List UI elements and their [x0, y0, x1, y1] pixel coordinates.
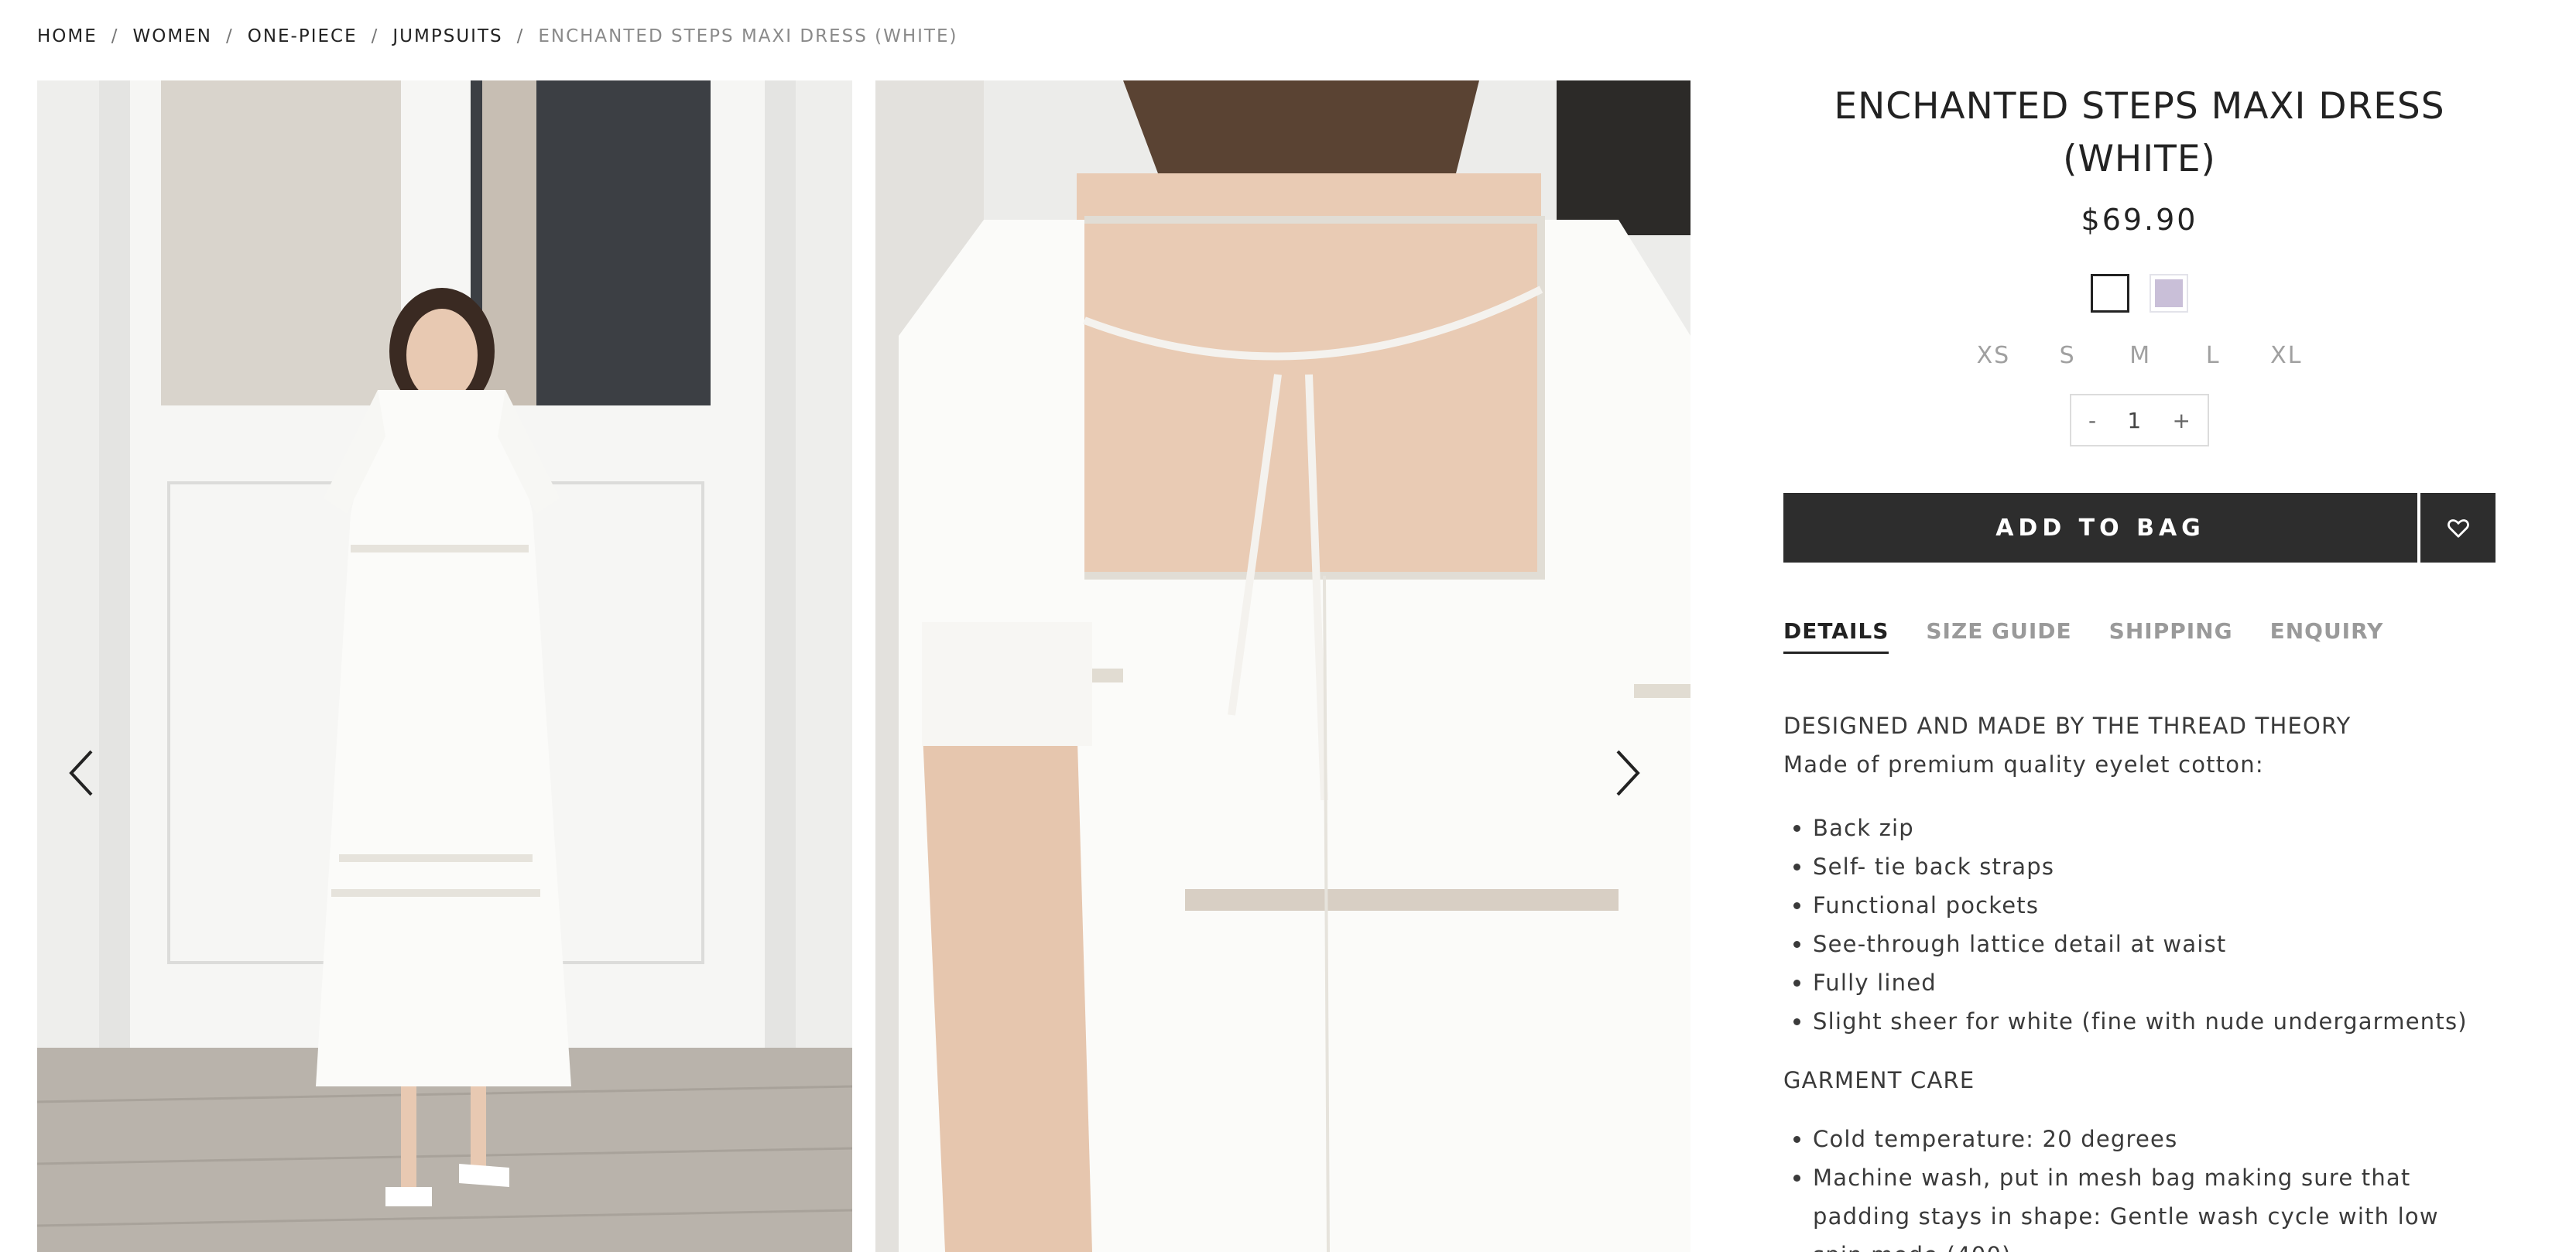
- size-option-l[interactable]: L: [2197, 342, 2228, 369]
- product-gallery: [37, 80, 1690, 1252]
- wishlist-button[interactable]: [2420, 493, 2496, 563]
- tab-shipping[interactable]: SHIPPING: [2109, 618, 2233, 654]
- breadcrumb-current: ENCHANTED STEPS MAXI DRESS (WHITE): [538, 26, 958, 46]
- list-item: See-through lattice detail at waist: [1813, 925, 2496, 963]
- quantity-increment-button[interactable]: +: [2173, 408, 2191, 433]
- list-item: Functional pockets: [1813, 886, 2496, 925]
- size-option-m[interactable]: M: [2125, 342, 2156, 369]
- swatch-chip: [2096, 279, 2124, 307]
- breadcrumb: HOME / WOMEN / ONE-PIECE / JUMPSUITS / E…: [37, 26, 957, 46]
- add-to-bag-button[interactable]: ADD TO BAG: [1783, 493, 2417, 563]
- chevron-right-icon: [1616, 750, 1640, 796]
- color-swatch-lilac[interactable]: [2150, 274, 2188, 313]
- color-swatch-white[interactable]: [2091, 274, 2129, 313]
- list-item: Back zip: [1813, 809, 2496, 847]
- size-option-xl[interactable]: XL: [2270, 342, 2302, 369]
- list-item: Machine wash, put in mesh bag making sur…: [1813, 1158, 2496, 1252]
- gallery-next-button[interactable]: [1604, 742, 1650, 804]
- product-price: $69.90: [2081, 203, 2198, 237]
- swatch-chip: [2155, 279, 2183, 307]
- breadcrumb-women[interactable]: WOMEN: [133, 26, 212, 46]
- list-item: Fully lined: [1813, 963, 2496, 1002]
- breadcrumb-one-piece[interactable]: ONE-PIECE: [248, 26, 358, 46]
- tab-enquiry[interactable]: ENQUIRY: [2270, 618, 2384, 654]
- details-panel: DESIGNED AND MADE BY THE THREAD THEORY M…: [1783, 706, 2496, 1252]
- quantity-decrement-button[interactable]: -: [2088, 408, 2096, 433]
- purchase-actions: ADD TO BAG: [1783, 493, 2496, 563]
- size-option-xs[interactable]: XS: [1977, 342, 2011, 369]
- breadcrumb-separator: /: [225, 26, 234, 46]
- tab-details[interactable]: DETAILS: [1783, 618, 1889, 654]
- garment-care-title: GARMENT CARE: [1783, 1067, 1975, 1093]
- breadcrumb-separator: /: [111, 26, 119, 46]
- list-item: Slight sheer for white (fine with nude u…: [1813, 1002, 2496, 1041]
- material-text: Made of premium quality eyelet cotton:: [1783, 751, 2264, 778]
- designed-by-text: DESIGNED AND MADE BY THE THREAD THEORY: [1783, 713, 2352, 739]
- product-tabs: DETAILS SIZE GUIDE SHIPPING ENQUIRY: [1783, 618, 2496, 654]
- care-list: Cold temperature: 20 degrees Machine was…: [1783, 1120, 2496, 1252]
- list-item: Self- tie back straps: [1813, 847, 2496, 886]
- product-photo-front[interactable]: [37, 80, 852, 1252]
- product-info: ENCHANTED STEPS MAXI DRESS (WHITE) $69.9…: [1783, 80, 2496, 1252]
- quantity-value[interactable]: 1: [2127, 408, 2141, 433]
- heart-icon: [2447, 519, 2469, 538]
- chevron-left-icon: [69, 750, 93, 796]
- product-title: ENCHANTED STEPS MAXI DRESS (WHITE): [1834, 85, 2445, 180]
- quantity-stepper: - 1 +: [2070, 394, 2209, 446]
- size-selector: XS S M L XL: [1783, 342, 2496, 369]
- feature-list: Back zip Self- tie back straps Functiona…: [1783, 809, 2496, 1041]
- product-photo-back[interactable]: [875, 80, 1690, 1252]
- list-item: Cold temperature: 20 degrees: [1813, 1120, 2496, 1158]
- size-option-s[interactable]: S: [2052, 342, 2083, 369]
- breadcrumb-jumpsuits[interactable]: JUMPSUITS: [392, 26, 502, 46]
- breadcrumb-separator: /: [371, 26, 379, 46]
- breadcrumb-separator: /: [516, 26, 525, 46]
- breadcrumb-home[interactable]: HOME: [37, 26, 98, 46]
- gallery-prev-button[interactable]: [59, 742, 105, 804]
- tab-size-guide[interactable]: SIZE GUIDE: [1926, 618, 2071, 654]
- color-swatches: [1783, 274, 2496, 313]
